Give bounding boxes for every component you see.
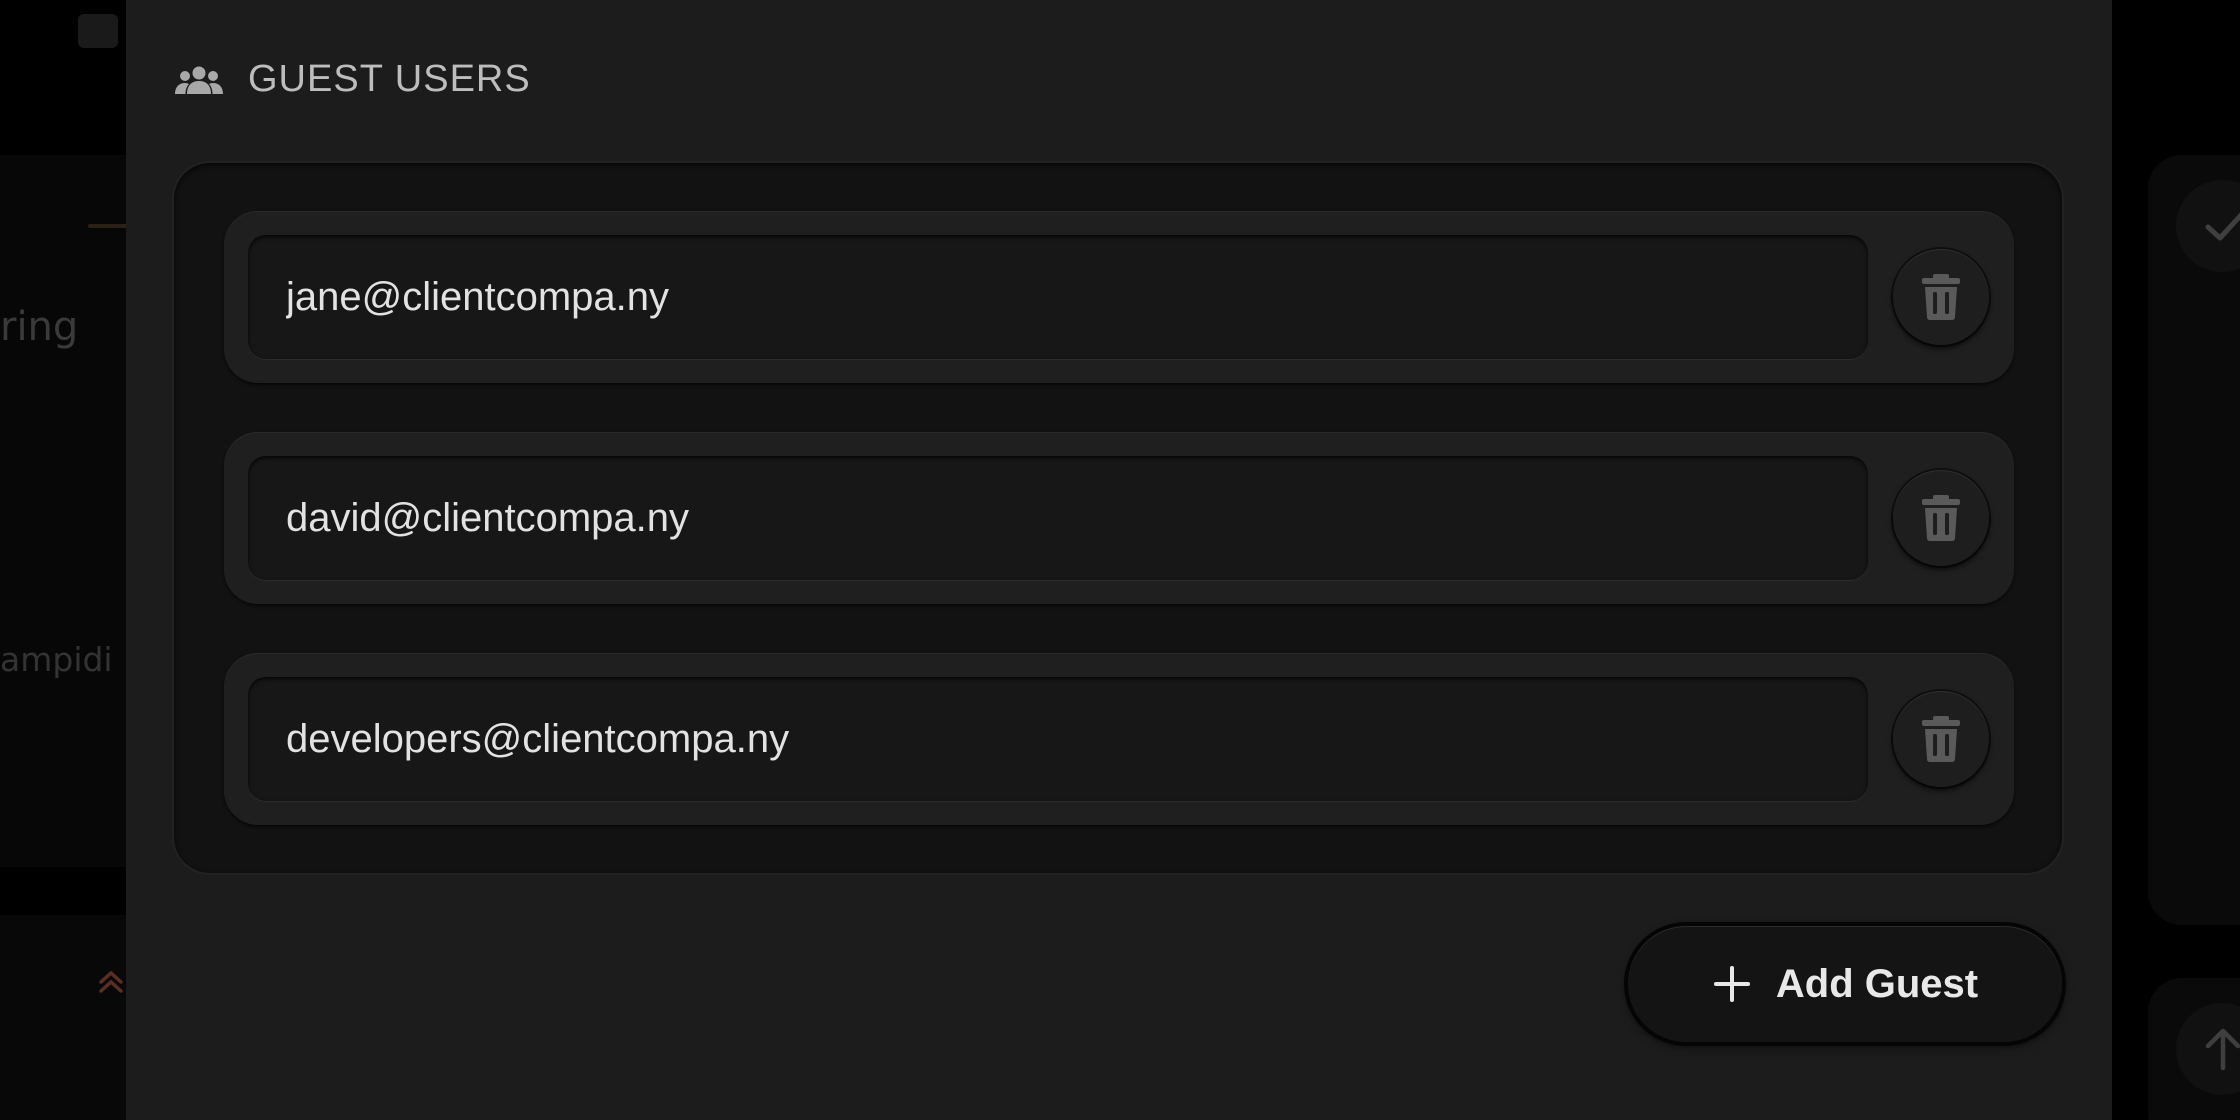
background-text-fragment: ring — [0, 304, 79, 350]
delete-guest-button[interactable] — [1893, 470, 1989, 566]
background-icon — [78, 14, 118, 48]
background-dash-divider — [88, 224, 128, 228]
background-footer-left — [0, 915, 130, 1120]
background-card-left — [0, 155, 130, 867]
guest-row — [224, 432, 2014, 604]
add-guest-label: Add Guest — [1775, 961, 1979, 1006]
app-screen: ring ampidi GUEST USERS jane@clientcompa… — [0, 0, 2240, 1120]
trash-icon — [1921, 715, 1961, 763]
guest-email-input[interactable] — [248, 456, 1868, 580]
plus-icon — [1712, 964, 1752, 1004]
add-guest-button[interactable]: Add Guest — [1628, 926, 2062, 1042]
section-title: GUEST USERS — [248, 58, 531, 100]
section-header: GUEST USERS — [174, 58, 531, 101]
background-text-fragment: ampidi — [0, 640, 113, 679]
trash-icon — [1921, 273, 1961, 321]
guest-row — [224, 211, 2014, 383]
delete-guest-button[interactable] — [1893, 249, 1989, 345]
delete-guest-button[interactable] — [1893, 691, 1989, 787]
guest-email-input[interactable] — [248, 235, 1868, 359]
guest-email-input[interactable] — [248, 677, 1868, 801]
guest-list — [174, 163, 2062, 873]
chevron-up-double-icon — [96, 966, 126, 1002]
trash-icon — [1921, 494, 1961, 542]
group-icon — [174, 65, 224, 95]
guest-row — [224, 653, 2014, 825]
